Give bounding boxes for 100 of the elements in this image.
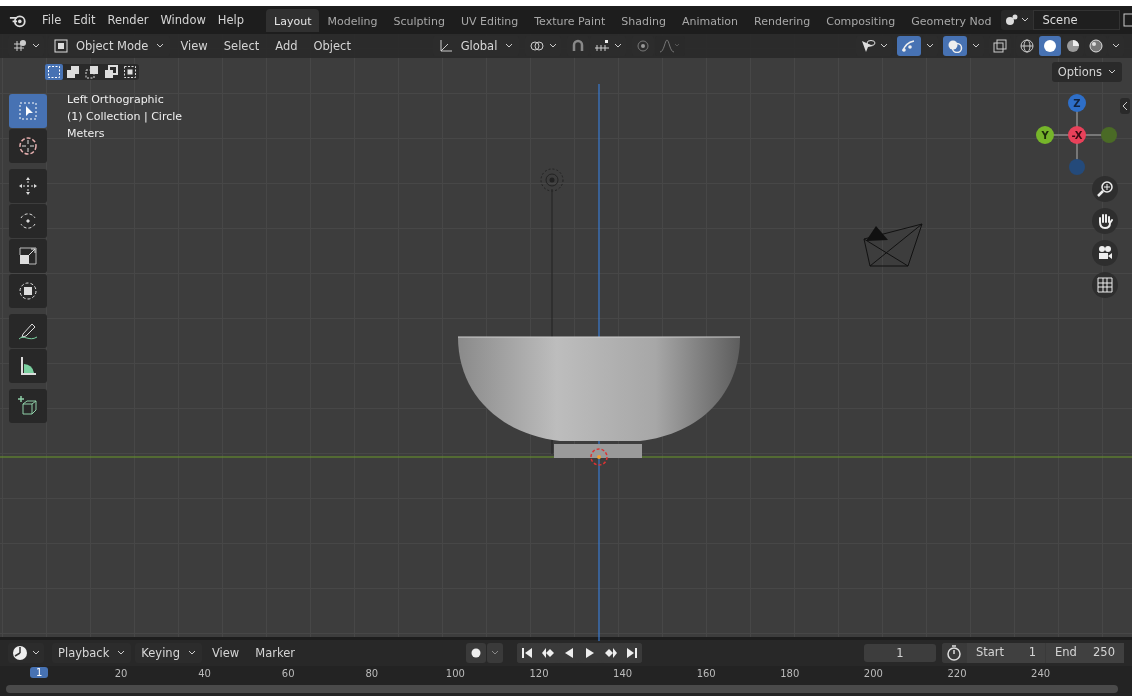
- end-frame-field[interactable]: End 250: [1046, 643, 1124, 663]
- transform-icon: [17, 280, 39, 302]
- shading-mode-button[interactable]: [1039, 36, 1061, 56]
- axis-handle[interactable]: -X: [1068, 126, 1086, 144]
- negative-axis-handle[interactable]: [1101, 127, 1117, 143]
- caret-icon: [1108, 69, 1116, 75]
- overlays-toggle[interactable]: [943, 36, 967, 56]
- workspace-tab[interactable]: Compositing: [818, 8, 904, 32]
- caret-icon: [1112, 43, 1120, 49]
- menu-item[interactable]: Marker: [249, 643, 301, 663]
- light-icon: [540, 168, 564, 192]
- caret-icon: [491, 650, 499, 656]
- frame-number: 200: [862, 668, 884, 679]
- caret-icon: [187, 650, 196, 656]
- axis-handle[interactable]: Y: [1036, 126, 1054, 144]
- menu-dropdown[interactable]: Keying: [135, 643, 202, 663]
- options-dropdown[interactable]: Options: [1051, 62, 1122, 82]
- select-mode-button[interactable]: [121, 64, 139, 80]
- playhead-frame[interactable]: 1: [30, 667, 49, 678]
- tool-button[interactable]: [9, 129, 47, 163]
- tool-button[interactable]: [9, 349, 47, 383]
- viewport-info-text: Left Orthographic: [67, 93, 165, 106]
- add-cube-icon: [17, 395, 39, 417]
- proportional-icon: [636, 39, 651, 53]
- menu-item[interactable]: Edit: [67, 10, 102, 30]
- workspace-tab[interactable]: UV Editing: [452, 8, 527, 32]
- navigation-button[interactable]: [1092, 208, 1118, 234]
- navigation-button[interactable]: [1092, 176, 1118, 202]
- stopwatch-icon: [946, 645, 962, 661]
- frame-number: 240: [1030, 668, 1052, 679]
- select-mode-button[interactable]: [45, 64, 63, 80]
- caret-icon: [156, 43, 165, 49]
- select-box-icon: [17, 100, 39, 122]
- menu-dropdown[interactable]: Playback: [52, 643, 132, 663]
- tool-button[interactable]: [9, 274, 47, 308]
- gizmo-toggle[interactable]: [897, 36, 921, 56]
- current-frame-field[interactable]: 1: [864, 644, 936, 662]
- frame-number: 220: [946, 668, 968, 679]
- menu-item[interactable]: Select: [217, 36, 266, 56]
- scene-name-field[interactable]: Scene: [1033, 10, 1120, 30]
- magnet-icon: [571, 39, 586, 53]
- workspace-tab[interactable]: Sculpting: [385, 8, 453, 32]
- workspace-tab[interactable]: Animation: [673, 8, 747, 32]
- selection-mode-icon: [85, 65, 99, 79]
- overlays-icon: [947, 39, 963, 53]
- start-frame-field[interactable]: Start 1: [967, 643, 1045, 663]
- menu-item[interactable]: Render: [101, 10, 155, 30]
- scene-selector[interactable]: [1001, 10, 1034, 30]
- navigation-button[interactable]: [1092, 272, 1118, 298]
- axes-icon: [438, 39, 453, 53]
- pivot-icon: [529, 39, 546, 53]
- tool-button[interactable]: [9, 239, 47, 273]
- menu-item[interactable]: Help: [211, 10, 251, 30]
- workspace-tab[interactable]: Shading: [613, 8, 674, 32]
- sidebar-toggle[interactable]: [1120, 98, 1130, 114]
- menu-item[interactable]: Window: [154, 10, 212, 30]
- tool-button[interactable]: [9, 314, 47, 348]
- select-mode-button[interactable]: [83, 64, 101, 80]
- tool-button[interactable]: [9, 389, 47, 423]
- workspace-tab[interactable]: Texture Paint: [526, 8, 614, 32]
- solid-sphere-icon: [1043, 39, 1057, 53]
- auto-keying-toggle[interactable]: [466, 643, 486, 663]
- navigation-button[interactable]: [1092, 240, 1118, 266]
- jump-start-icon: [520, 646, 534, 660]
- menu-item[interactable]: Object: [307, 36, 357, 56]
- caret-icon: [1021, 17, 1030, 23]
- select-mode-button[interactable]: [64, 64, 82, 80]
- record-icon: [470, 647, 482, 659]
- caret-icon: [32, 650, 40, 656]
- camera-icon: [1097, 245, 1113, 261]
- negative-axis-handle[interactable]: [1069, 159, 1085, 175]
- tool-button[interactable]: [9, 169, 47, 203]
- menu-item[interactable]: File: [36, 10, 68, 30]
- duplicate-icon[interactable]: [1122, 12, 1132, 28]
- zoom-icon: [1097, 181, 1113, 197]
- clock-icon: [12, 645, 28, 661]
- gizmo-icon: [901, 39, 917, 53]
- menu-item[interactable]: View: [205, 643, 246, 663]
- caret-icon: [880, 43, 888, 49]
- frame-number: 180: [779, 668, 801, 679]
- xray-icon: [993, 39, 1007, 53]
- frame-number: 160: [695, 668, 717, 679]
- frame-number: 140: [612, 668, 634, 679]
- frame-number: 40: [197, 668, 212, 679]
- menu-item[interactable]: Add: [269, 36, 304, 56]
- workspace-tab[interactable]: Modeling: [319, 8, 386, 32]
- frame-number: 60: [280, 668, 296, 679]
- workspace-tab[interactable]: Geometry Nod: [903, 8, 1000, 32]
- editor-type-selector[interactable]: [8, 643, 44, 663]
- eye-pointer-icon: [860, 39, 876, 53]
- select-mode-button[interactable]: [102, 64, 120, 80]
- caret-icon: [549, 43, 558, 49]
- workspace-tab[interactable]: Rendering: [746, 8, 819, 32]
- timeline-scrollbar[interactable]: [6, 685, 1118, 693]
- workspace-tab[interactable]: Layout: [266, 8, 320, 32]
- menu-item[interactable]: View: [174, 36, 214, 56]
- jump-end-icon: [625, 646, 639, 660]
- caret-icon: [614, 43, 623, 49]
- origin-marker: [590, 448, 608, 466]
- increment-icon: [594, 39, 611, 53]
